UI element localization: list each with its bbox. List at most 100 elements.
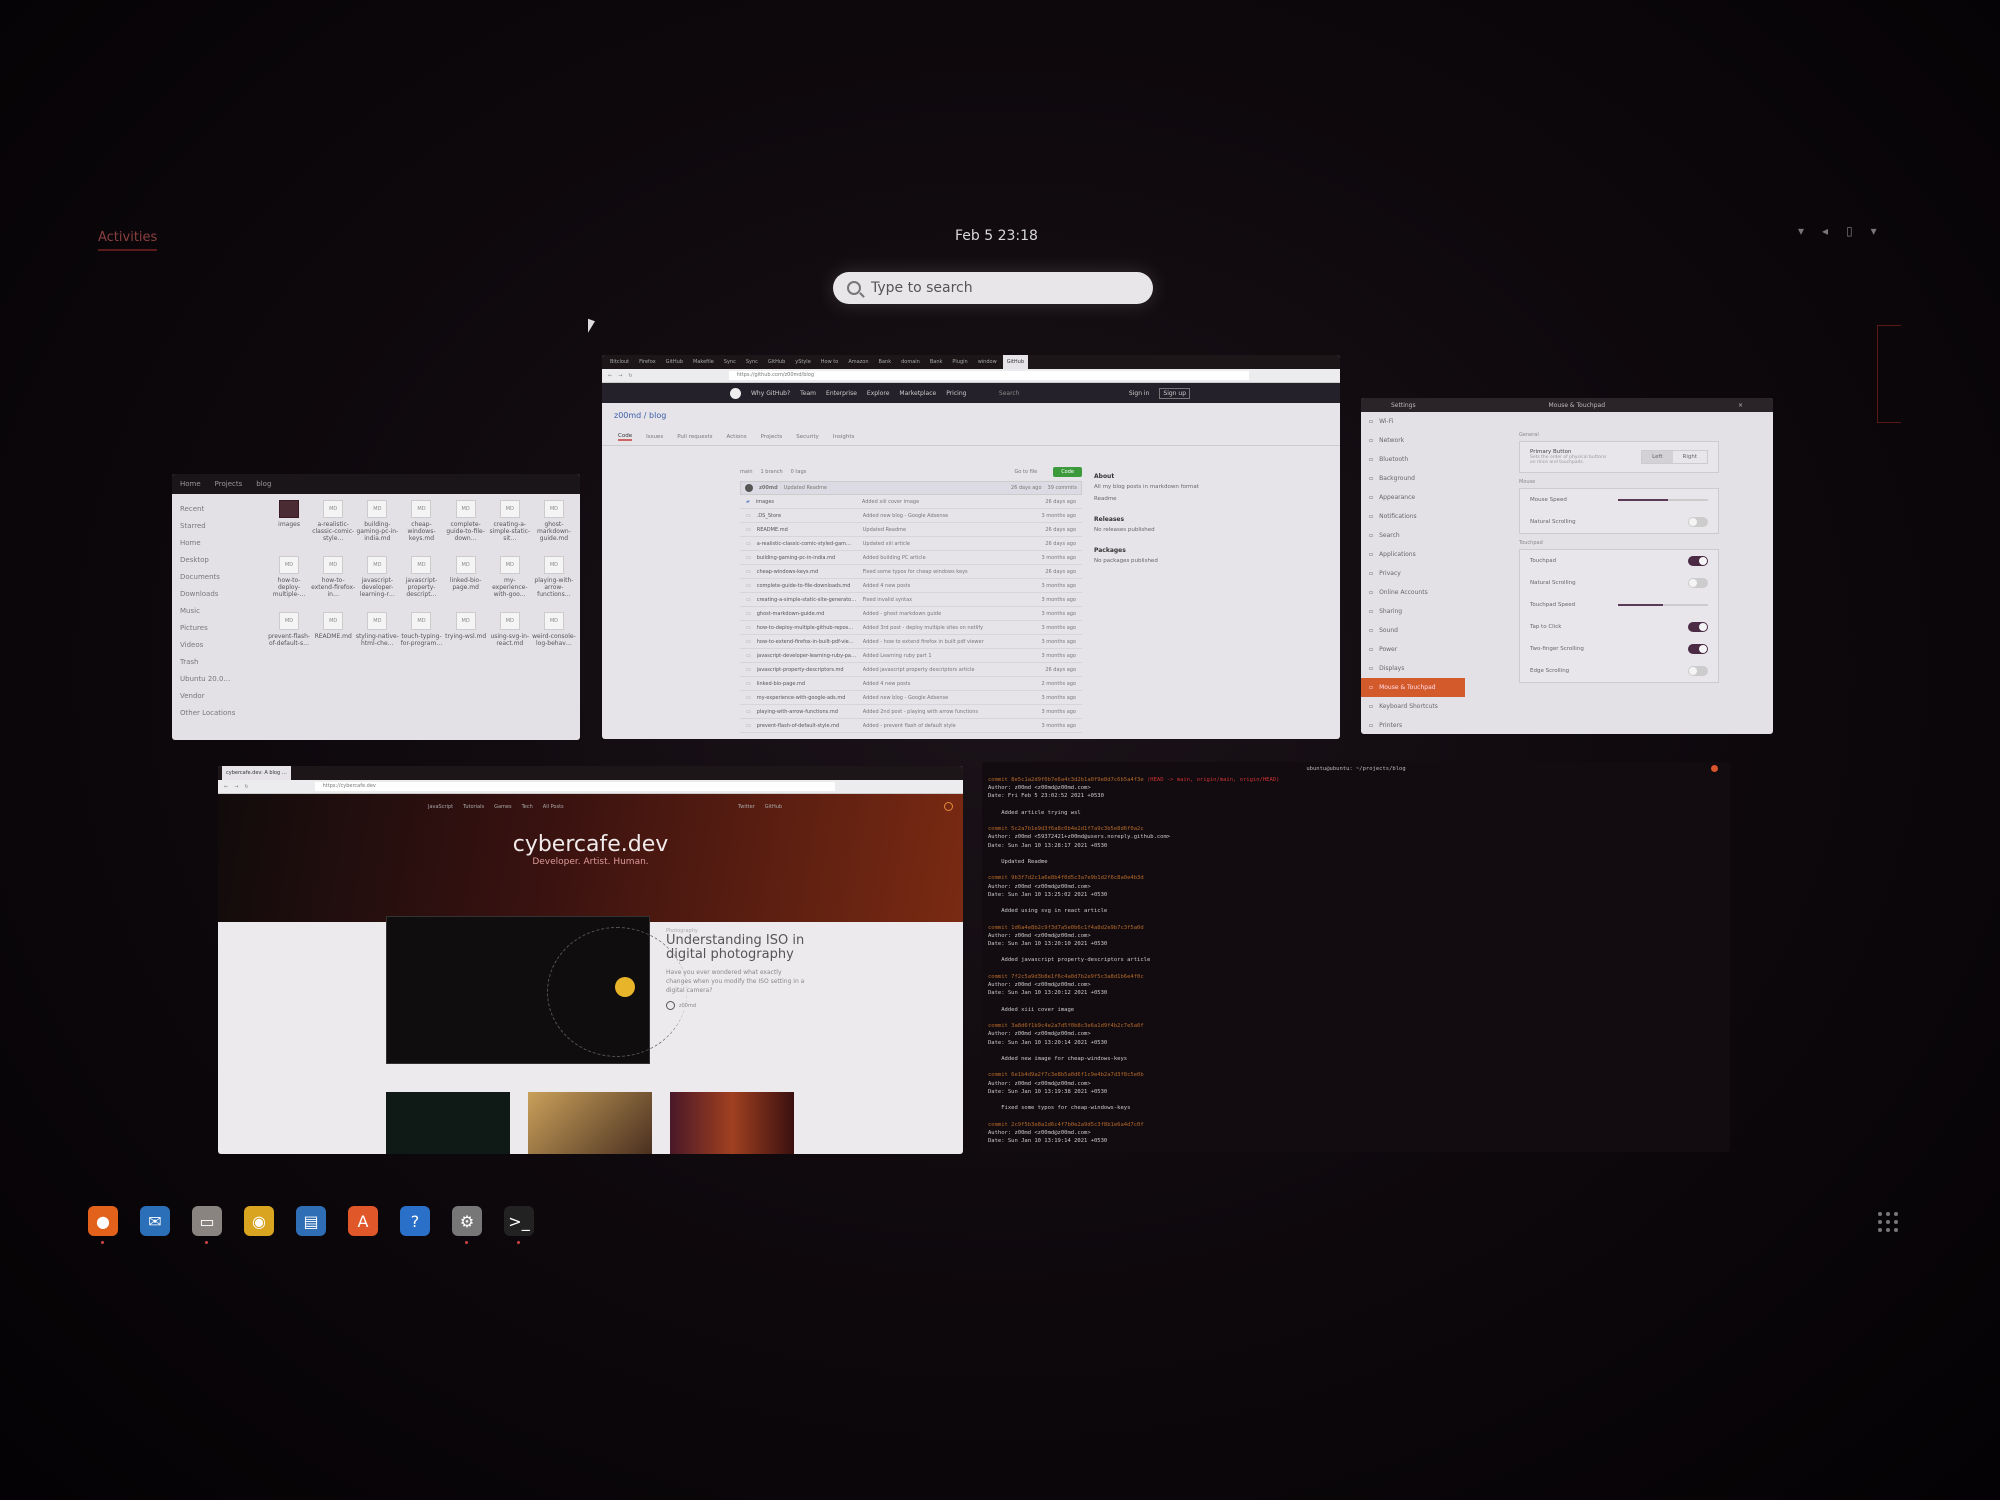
github-nav-link[interactable]: Enterprise <box>826 390 857 397</box>
settings-sidebar-item[interactable]: ▫ Keyboard Shortcuts <box>1361 697 1465 716</box>
repo-tab-code[interactable]: Code <box>618 433 633 441</box>
forward-icon[interactable]: → <box>234 784 238 790</box>
commit-message[interactable]: Updated Readme <box>863 527 1020 533</box>
dock-thunderbird[interactable]: ✉ <box>140 1206 170 1236</box>
sidebar-item[interactable]: Documents <box>180 568 254 585</box>
file-name[interactable]: creating-a-simple-static-site-generato… <box>757 597 857 603</box>
file-row[interactable]: ▭ README.md Updated Readme 26 days ago <box>740 523 1082 537</box>
file-item[interactable]: MD a-realistic-classic-comic-style… <box>311 500 355 550</box>
settings-window[interactable]: Settings Mouse & Touchpad × ▫ Wi-Fi ▫ Netwo… <box>1361 398 1773 734</box>
mouse-natural-scrolling-toggle[interactable] <box>1688 517 1708 527</box>
site-social-link[interactable]: Twitter <box>738 804 755 810</box>
url-field[interactable]: https://cybercafe.dev <box>314 782 835 791</box>
featured-post[interactable]: Photography Understanding ISO in digital… <box>666 928 806 1010</box>
dock-help[interactable]: ? <box>400 1206 430 1236</box>
sidebar-item[interactable]: Other Locations <box>180 704 254 721</box>
browser-tab[interactable]: GitHub <box>662 359 687 365</box>
left-option[interactable]: Left <box>1642 451 1673 463</box>
settings-sidebar-item[interactable]: ▫ Bluetooth <box>1361 450 1465 469</box>
close-icon[interactable] <box>1711 765 1718 772</box>
file-item[interactable]: MD how-to-deploy-multiple-… <box>267 556 311 606</box>
file-row[interactable]: ▭ ghost-markdown-guide.md Added - ghost ma… <box>740 607 1082 621</box>
workspace-thumbnail[interactable] <box>1877 325 1901 423</box>
settings-sidebar-item[interactable]: ▫ Network <box>1361 431 1465 450</box>
right-option[interactable]: Right <box>1673 451 1707 463</box>
url-bar[interactable]: ← → ↻ https://github.com/z00md/blog <box>602 369 1340 383</box>
file-row[interactable]: ▭ a-realistic-classic-comic-styled-gam… Up… <box>740 537 1082 551</box>
file-row[interactable]: ▭ creating-a-simple-static-site-generato…… <box>740 593 1082 607</box>
file-item[interactable]: MD cheap-windows-keys.md <box>399 500 443 550</box>
file-name[interactable]: how-to-extend-firefox-in-built-pdf-vie… <box>757 639 857 645</box>
commit-author[interactable]: z00md <box>759 485 778 491</box>
commit-message[interactable]: Added building PC article <box>863 555 1020 561</box>
site-nav-link[interactable]: Tutorials <box>463 804 484 810</box>
readme-link[interactable]: Readme <box>1094 496 1274 502</box>
sidebar-item[interactable]: Home <box>180 534 254 551</box>
site-nav-link[interactable]: JavaScript <box>428 804 453 810</box>
dock-files[interactable]: ▭ <box>192 1206 222 1244</box>
url-bar[interactable]: ← → ↻ https://cybercafe.dev <box>218 780 963 794</box>
reload-icon[interactable]: ↻ <box>628 373 632 379</box>
commit-message[interactable]: Added 4 new posts <box>863 681 1020 687</box>
browser-tab[interactable]: Makefile <box>689 359 718 365</box>
settings-sidebar-item[interactable]: ▫ Sound <box>1361 621 1465 640</box>
file-name[interactable]: cheap-windows-keys.md <box>757 569 857 575</box>
file-name[interactable]: .DS_Store <box>757 513 857 519</box>
close-icon[interactable]: × <box>1738 402 1743 409</box>
settings-sidebar-item[interactable]: ▫ Power <box>1361 640 1465 659</box>
github-nav-link[interactable]: Team <box>800 390 816 397</box>
commits-link[interactable]: 39 commits <box>1048 485 1077 491</box>
browser-tab[interactable]: How to <box>817 359 843 365</box>
dock-settings[interactable]: ⚙ <box>452 1206 482 1244</box>
path-segment[interactable]: Projects <box>215 480 243 488</box>
browser-tab[interactable]: cybercafe.dev: A blog … <box>222 766 291 780</box>
show-applications-button[interactable] <box>1878 1212 1898 1232</box>
back-icon[interactable]: ← <box>224 784 228 790</box>
touchpad-natural-scrolling-toggle[interactable] <box>1688 578 1708 588</box>
file-row[interactable]: ▰ images Added xiii cover image 26 days ago <box>740 495 1082 509</box>
file-item[interactable]: MD my-experience-with-goo… <box>488 556 532 606</box>
commit-message[interactable]: Added new blog - Google Adsense <box>863 513 1020 519</box>
github-nav-link[interactable]: Marketplace <box>899 390 936 397</box>
dock-ubuntu-software[interactable]: A <box>348 1206 378 1236</box>
file-row[interactable]: ▭ how-to-extend-firefox-in-built-pdf-vie…… <box>740 635 1082 649</box>
site-title[interactable]: cybercafe.dev <box>218 794 963 857</box>
browser-tab[interactable]: GitHub <box>1002 355 1029 369</box>
clock[interactable]: Feb 5 23:18 <box>955 228 1038 244</box>
file-item[interactable]: MD creating-a-simple-static-sit… <box>488 500 532 550</box>
browser-tab[interactable]: GitHub <box>764 359 789 365</box>
repo-title[interactable]: z00md / blog <box>602 403 1340 428</box>
file-name[interactable]: a-realistic-classic-comic-styled-gam… <box>757 541 857 547</box>
file-name[interactable]: images <box>756 499 856 505</box>
theme-toggle-icon[interactable] <box>944 802 953 811</box>
browser-tab[interactable]: window <box>974 359 1001 365</box>
system-tray[interactable]: ▾ ◂ ▯ ▾ <box>1798 224 1877 238</box>
tap-to-click-toggle[interactable] <box>1688 622 1708 632</box>
github-browser-window[interactable]: Bitclout Firefox GitHub Makefile Sync Sync Git… <box>602 355 1340 739</box>
commit-message[interactable]: Added - ghost markdown guide <box>863 611 1020 617</box>
branches-link[interactable]: 1 branch <box>761 469 783 475</box>
file-row[interactable]: ▭ javascript-developer-learning-ruby-pa… A… <box>740 649 1082 663</box>
github-nav-link[interactable]: Why GitHub? <box>751 390 790 397</box>
file-item[interactable]: MD weird-console-log-behav… <box>532 612 576 662</box>
file-item[interactable]: images <box>267 500 311 550</box>
file-item[interactable]: MD complete-guide-to-file-down… <box>444 500 488 550</box>
tags-link[interactable]: 0 tags <box>791 469 807 475</box>
sidebar-item[interactable]: Music <box>180 602 254 619</box>
site-social-link[interactable]: GitHub <box>765 804 782 810</box>
code-button[interactable]: Code <box>1053 467 1082 477</box>
file-item[interactable]: MD ghost-markdown-guide.md <box>532 500 576 550</box>
file-item[interactable]: MD styling-native-html-che… <box>355 612 399 662</box>
file-name[interactable]: prevent-flash-of-default-style.md <box>757 723 857 729</box>
sidebar-item[interactable]: Trash <box>180 653 254 670</box>
commit-message[interactable]: Added - prevent flash of default style <box>863 723 1020 729</box>
file-name[interactable]: building-gaming-pc-in-india.md <box>757 555 857 561</box>
commit-message[interactable]: Added xiii cover image <box>862 499 1020 505</box>
file-row[interactable]: ▭ cheap-windows-keys.md Fixed some typos f… <box>740 565 1082 579</box>
file-row[interactable]: ▭ playing-with-arrow-functions.md Added 2n… <box>740 705 1082 719</box>
settings-sidebar-item[interactable]: ▫ Search <box>1361 526 1465 545</box>
sidebar-item[interactable]: Desktop <box>180 551 254 568</box>
commit-message[interactable]: Added - how to extend firefox in built p… <box>863 639 1020 645</box>
two-finger-toggle[interactable] <box>1688 644 1708 654</box>
browser-tab[interactable]: Bank <box>926 359 947 365</box>
